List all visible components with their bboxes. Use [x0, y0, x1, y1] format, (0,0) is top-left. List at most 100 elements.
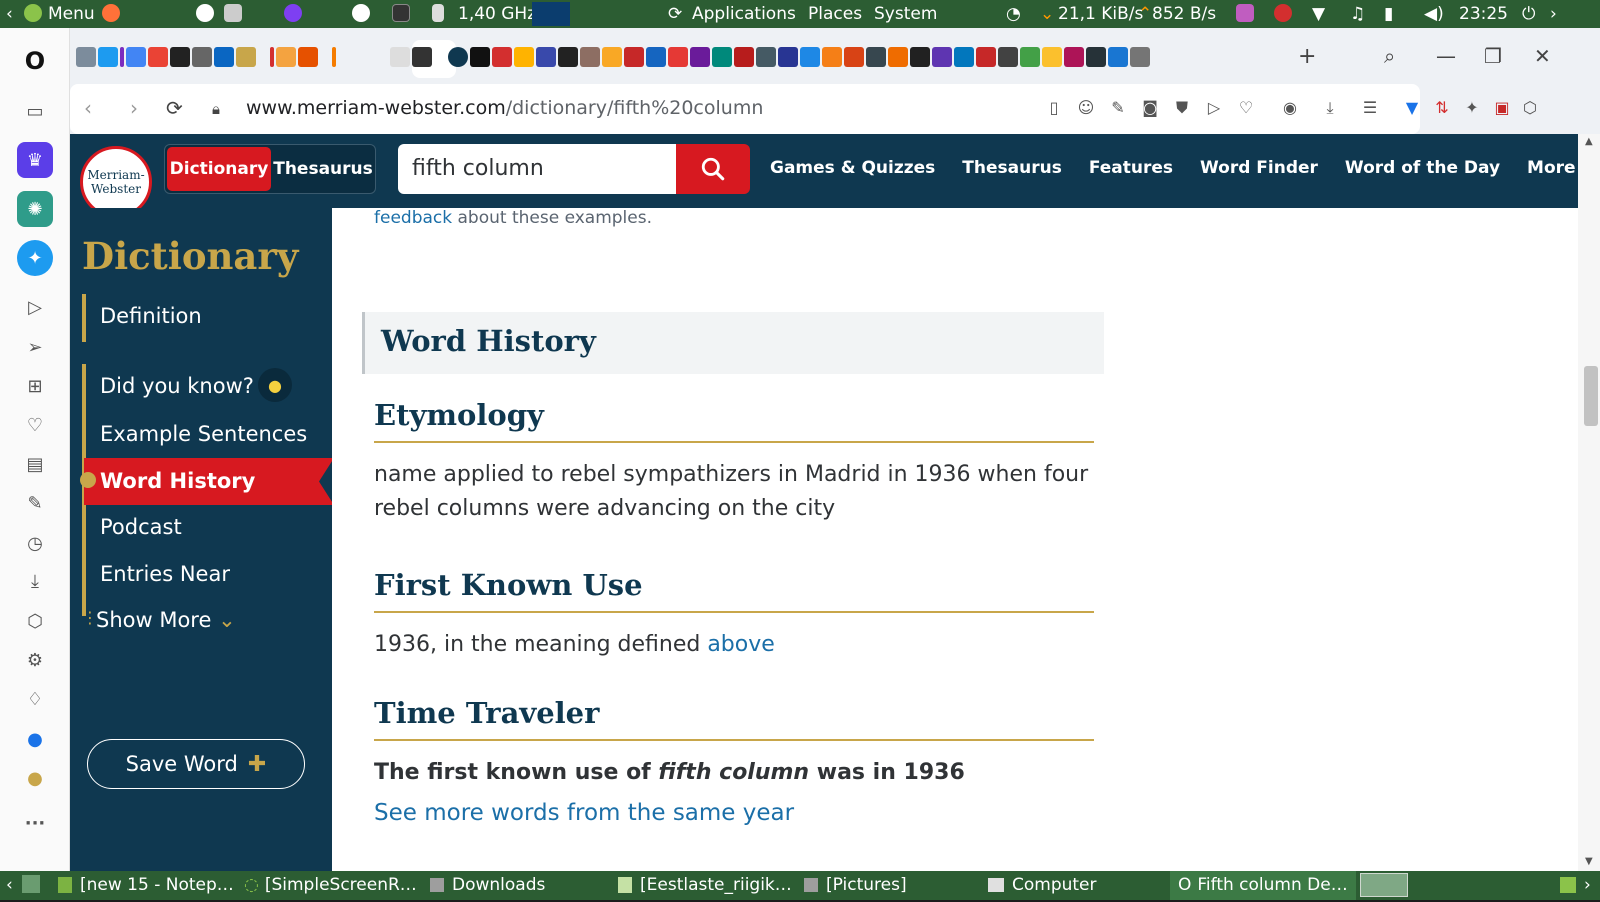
tab-favicon[interactable] [668, 47, 688, 67]
opera-launcher-icon[interactable] [352, 4, 370, 24]
mw-tab-favicon[interactable] [448, 47, 468, 67]
tray-icon[interactable] [1560, 875, 1576, 895]
tab-favicon[interactable] [98, 47, 118, 67]
tab-favicon[interactable] [76, 47, 96, 67]
address-bar[interactable]: ‹ › ⟳ 🔒︎ www.merriam-webster.com/diction… [70, 84, 1420, 134]
nav-word-history[interactable]: Word History [100, 469, 255, 493]
nav-word-of-the-day[interactable]: Word of the Day [1345, 158, 1500, 178]
tab-favicon[interactable] [390, 47, 410, 67]
page-scrollbar[interactable]: ▲ ▼ [1578, 134, 1600, 871]
search-button[interactable] [676, 144, 750, 194]
thesaurus-tab[interactable]: Thesaurus [273, 147, 373, 191]
tab-favicon[interactable] [580, 47, 600, 67]
cube-icon[interactable]: ⬡ [20, 606, 50, 636]
tab-favicon[interactable] [1086, 47, 1106, 67]
task-spreadsheet[interactable]: [Eestlaste_riigik… [618, 875, 792, 895]
tab-favicon[interactable] [954, 47, 974, 67]
tab-favicon[interactable] [800, 47, 820, 67]
tab-favicon[interactable] [236, 47, 256, 67]
above-link[interactable]: above [707, 632, 774, 657]
minimize-icon[interactable]: — [1436, 44, 1456, 68]
account-icon[interactable]: ◉ [1280, 98, 1300, 118]
taskbar-left-arrow-icon[interactable]: ‹ [6, 875, 13, 895]
tab-favicon[interactable] [514, 47, 534, 67]
nav-features[interactable]: Features [1089, 158, 1173, 178]
tab-favicon[interactable] [756, 47, 776, 67]
task-simplescreenrecorder[interactable]: ◌ [SimpleScreenR… [244, 875, 417, 895]
more-dots-icon[interactable]: ··· [20, 808, 50, 838]
forward-icon[interactable]: › [130, 96, 138, 120]
panel-left-arrow-icon[interactable]: ‹ [6, 4, 13, 24]
tab-favicon[interactable] [536, 47, 556, 67]
back-icon[interactable]: ‹ [84, 96, 92, 120]
launcher-icon[interactable] [196, 4, 214, 24]
tab-favicon[interactable] [624, 47, 644, 67]
record-icon[interactable] [1274, 4, 1292, 24]
extension-badge-icon[interactable]: ● [20, 763, 50, 793]
url-text[interactable]: www.merriam-webster.com/dictionary/fifth… [246, 97, 763, 119]
taskbar-right-arrow-icon[interactable]: › [1584, 875, 1591, 895]
nav-podcast[interactable]: Podcast [100, 515, 182, 539]
tab-favicon[interactable] [1064, 47, 1084, 67]
download-icon[interactable]: ⤓ [1320, 98, 1340, 118]
news-icon[interactable]: ▤ [20, 449, 50, 479]
power-icon[interactable]: ⏻ [1522, 4, 1535, 24]
see-more-words-link[interactable]: See more words from the same year [374, 800, 794, 826]
tab-favicon[interactable] [148, 47, 168, 67]
extension-arrows-icon[interactable]: ⇅ [1432, 98, 1452, 118]
tab-favicon[interactable] [712, 47, 732, 67]
nav-example-sentences[interactable]: Example Sentences [100, 422, 307, 446]
task-opera-active[interactable]: O Fifth column De… [1170, 871, 1356, 900]
tab-favicon[interactable] [558, 47, 578, 67]
new-tab-plus-icon[interactable]: + [1298, 44, 1316, 69]
tab-favicon[interactable] [192, 47, 212, 67]
crown-app-icon[interactable]: ♛ [17, 142, 53, 178]
scroll-up-icon[interactable]: ▲ [1585, 136, 1593, 147]
nav-word-finder[interactable]: Word Finder [1200, 158, 1318, 178]
save-word-button[interactable]: Save Word ✚ [87, 739, 305, 789]
tab-favicon[interactable] [1020, 47, 1040, 67]
nav-games-quizzes[interactable]: Games & Quizzes [770, 158, 935, 178]
bookmark-heart-icon[interactable]: ♡ [1236, 98, 1256, 118]
tab-favicon[interactable] [492, 47, 512, 67]
tab-favicon[interactable] [170, 47, 190, 67]
close-window-icon[interactable]: ✕ [1534, 44, 1551, 68]
places-menu[interactable]: Places [808, 4, 862, 24]
tab-favicon[interactable] [910, 47, 930, 67]
wifi-icon[interactable]: ▼ [1312, 4, 1325, 24]
easy-setup-icon[interactable]: ☰ [1360, 98, 1380, 118]
reload-icon[interactable]: ⟳ [166, 96, 183, 120]
tab-favicon[interactable] [778, 47, 798, 67]
downloads-icon[interactable]: ⤓ [20, 566, 50, 596]
task-notepad[interactable]: [new 15 - Notep… [58, 875, 234, 895]
mint-menu-icon[interactable] [24, 4, 42, 24]
shield-icon[interactable]: ⛊ [1172, 98, 1192, 118]
edit-icon[interactable]: ✎ [1108, 98, 1128, 118]
tab-favicon[interactable] [844, 47, 864, 67]
workspace-switcher[interactable] [1360, 873, 1408, 902]
tab-search-icon[interactable]: ⌕ [1384, 44, 1395, 68]
reading-list-icon[interactable]: ▭ [20, 96, 50, 126]
tab-favicon[interactable] [690, 47, 710, 67]
tab-favicon[interactable] [976, 47, 996, 67]
tab-favicon[interactable] [998, 47, 1018, 67]
tab-favicon[interactable] [126, 47, 146, 67]
nav-definition[interactable]: Definition [100, 304, 202, 328]
opera-logo-icon[interactable]: O [20, 46, 50, 76]
player-icon[interactable]: ▷ [20, 292, 50, 322]
tab-favicon[interactable] [866, 47, 886, 67]
tab-favicon[interactable] [888, 47, 908, 67]
notification-bell-icon[interactable]: ♫ [1350, 4, 1365, 24]
camera-icon[interactable]: ◙ [1140, 98, 1160, 118]
history-icon[interactable]: ◷ [20, 528, 50, 558]
task-pictures[interactable]: [Pictures] [804, 875, 907, 895]
snapshot-icon[interactable]: ✎ [20, 488, 50, 518]
feedback-link[interactable]: feedback [374, 208, 452, 228]
tab-favicon[interactable] [470, 47, 490, 67]
task-computer[interactable]: Computer [988, 875, 1097, 895]
firefox-icon[interactable] [102, 4, 120, 24]
nav-did-you-know[interactable]: Did you know? [100, 374, 254, 398]
tab-favicon[interactable] [646, 47, 666, 67]
nav-thesaurus[interactable]: Thesaurus [962, 158, 1062, 178]
battery-icon[interactable]: ▮ [1384, 4, 1393, 24]
